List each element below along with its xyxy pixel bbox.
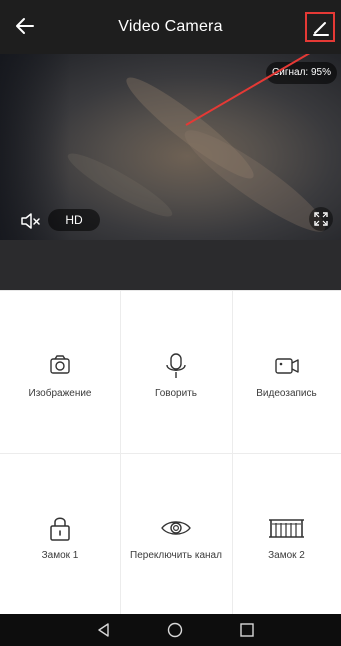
eye-icon bbox=[161, 521, 191, 535]
system-nav-bar bbox=[0, 614, 341, 646]
lock-icon bbox=[50, 517, 70, 541]
video-footer-band bbox=[0, 240, 341, 290]
video-record-icon bbox=[275, 358, 299, 374]
action-label: Говорить bbox=[154, 388, 197, 399]
record-video-button[interactable]: Видеозапись bbox=[232, 291, 341, 453]
page-title: Video Camera bbox=[118, 18, 223, 35]
speaker-muted-icon[interactable] bbox=[20, 212, 42, 230]
fullscreen-icon bbox=[314, 212, 328, 226]
switch-channel-button[interactable]: Переключить канал bbox=[120, 453, 232, 615]
edit-button[interactable] bbox=[305, 12, 335, 42]
app-header: Video Camera bbox=[0, 0, 341, 54]
lock-1-button[interactable]: Замок 1 bbox=[0, 453, 120, 615]
action-label: Переключить канал bbox=[130, 550, 222, 561]
talk-button[interactable]: Говорить bbox=[120, 291, 232, 453]
actions-grid: Изображение Говорить Видеозапись Замок 1 bbox=[0, 290, 341, 615]
microphone-icon bbox=[166, 353, 186, 378]
action-label: Изображение bbox=[28, 388, 92, 399]
action-label: Видеозапись bbox=[256, 388, 317, 399]
fullscreen-button[interactable] bbox=[309, 207, 333, 231]
lock-2-button[interactable]: Замок 2 bbox=[232, 453, 341, 615]
circle-home-icon[interactable] bbox=[166, 621, 184, 639]
quality-toggle-button[interactable]: HD bbox=[48, 209, 100, 231]
action-label: Замок 2 bbox=[268, 550, 305, 561]
camera-icon bbox=[50, 355, 70, 374]
action-label: Замок 1 bbox=[41, 550, 79, 561]
triangle-back-icon[interactable] bbox=[95, 621, 113, 639]
snapshot-button[interactable]: Изображение bbox=[0, 291, 120, 453]
square-recents-icon[interactable] bbox=[238, 621, 256, 639]
gate-icon bbox=[269, 519, 304, 538]
video-feed[interactable]: Сигнал: 95% HD bbox=[0, 54, 341, 240]
pencil-icon bbox=[313, 22, 329, 36]
